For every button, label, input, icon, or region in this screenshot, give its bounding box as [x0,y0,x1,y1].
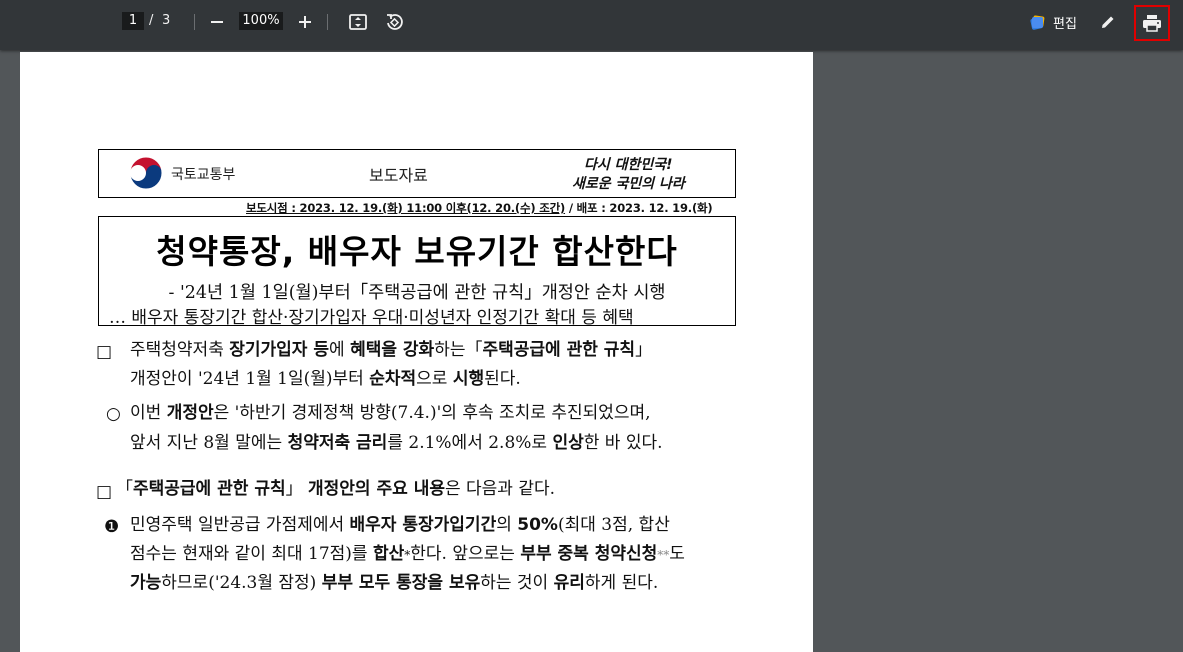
total-pages: 3 [162,13,171,28]
release-time: 보도시점 : 2023. 12. 19.(화) 11:00 이후(12. 20.… [246,201,566,215]
bold-text: 50% [517,515,558,535]
text: 으로 [416,369,453,389]
plus-icon [299,16,311,28]
pdf-page: 국토교통부 보도자료 다시 대한민국! 새로운 국민의 나라 보도시점 : 20… [20,52,813,652]
release-info: 보도시점 : 2023. 12. 19.(화) 11:00 이후(12. 20.… [246,200,713,216]
footnote-mark: ** [657,548,670,562]
slogan-line1: 다시 대한민국! [584,157,673,173]
text: 」 [635,340,653,360]
bold-text: 장기가입자 등 [229,340,330,360]
printer-icon [1143,15,1161,32]
bold-text: 개정안 [166,403,214,423]
bold-text: 유리 [553,573,585,593]
fit-to-page-button[interactable] [345,10,371,34]
toolbar-divider [194,14,195,30]
text: 은 '하반기 경제정책 방향(7.4.)'의 후속 조치로 추진되었으며, [213,403,651,423]
paragraph-2-line-1: 이번 개정안은 '하반기 경제정책 방향(7.4.)'의 후속 조치로 추진되었… [130,399,651,428]
subtitle-2: … 배우자 통장기간 합산·장기가입자 우대·미성년자 인정기간 확대 등 혜택 [109,308,634,328]
text: 도 [669,544,685,564]
text: 한다. 앞으로는 [410,544,521,564]
subtitle-1: - '24년 1월 1일(월)부터「주택공급에 관한 규칙」개정안 순차 시행 [168,283,666,303]
bold-text: 청약저축 금리 [287,433,388,453]
press-header: 국토교통부 보도자료 다시 대한민국! 새로운 국민의 나라 [98,149,736,198]
circle-bullet: ○ [106,404,121,424]
text: 앞서 지난 8월 말에는 [130,433,288,453]
bold-text: 순차적 [369,369,417,389]
bold-text: 합산 [372,544,405,564]
paragraph-1-line-2: 개정안이 '24년 1월 1일(월)부터 순차적으로 시행된다. [130,365,521,394]
government-emblem-icon [129,156,163,190]
pencil-icon [1102,16,1114,28]
paragraph-4-line-2: 점수는 현재와 같이 최대 17점)를 합산*한다. 앞으로는 부부 중복 청약… [130,540,685,570]
pdf-toolbar: 1 / 3 100% 편집 [0,0,1183,50]
rotate-button[interactable] [381,10,407,34]
bold-text: 시행 [452,369,485,389]
square-bullet: □ [96,482,113,502]
toolbar-divider [327,14,328,30]
text: 「 [116,479,133,499]
slogan-handwriting: 다시 대한민국! 새로운 국민의 나라 [572,157,687,192]
fit-page-icon [349,14,367,30]
edit-app-icon [1030,15,1045,30]
text: 하는「 [434,340,483,360]
text: 점수는 현재와 같이 최대 17점)를 [130,544,373,564]
bold-text: 개정안의 주요 내용 [308,479,445,499]
paragraph-3: 「주택공급에 관한 규칙」 개정안의 주요 내용은 다음과 같다. [116,475,555,504]
print-button[interactable] [1134,5,1170,41]
text: 한 바 있다. [583,433,663,453]
ministry-name: 국토교통부 [171,167,236,183]
paragraph-1-line-1: 주택청약저축 장기가입자 등에 혜택을 강화하는「주택공급에 관한 규칙」 [130,336,652,365]
text: 하게 된다. [584,573,659,593]
paragraph-4-line-1: 민영주택 일반공급 가점제에서 배우자 통장가입기간의 50%(최대 3점, 합… [130,511,670,540]
title-box: 청약통장, 배우자 보유기간 합산한다 - '24년 1월 1일(월)부터「주택… [98,216,736,328]
bold-text: 부부 모두 통장을 보유 [321,573,481,593]
distribution-date: / 배포 : 2023. 12. 19.(화) [565,201,713,215]
bold-text: 인상 [552,433,584,453]
page-separator: / [149,13,154,28]
zoom-out-button[interactable] [204,10,230,34]
text: 된다. [484,369,521,389]
text: 이번 [130,403,167,423]
bold-text: 주택공급에 관한 규칙 [133,479,286,499]
paragraph-2-line-2: 앞서 지난 8월 말에는 청약저축 금리를 2.1%에서 2.8%로 인상한 바… [130,429,663,458]
text: 에 [329,340,351,360]
bold-text: 부부 중복 청약신청 [520,544,658,564]
document-title: 청약통장, 배우자 보유기간 합산한다 [156,232,678,271]
slogan-line2: 새로운 국민의 나라 [572,176,687,192]
zoom-in-button[interactable] [292,10,318,34]
bold-text: 배우자 통장가입기간 [349,515,497,535]
text: 은 다음과 같다. [444,479,556,499]
text: 개정안이 '24년 1월 1일(월)부터 [130,369,370,389]
rotate-icon [387,14,403,30]
edit-button[interactable]: 편집 [1029,10,1077,34]
numbered-bullet-1: ❶ [104,517,120,537]
text: 하므로('24.3월 잠정) [161,573,322,593]
press-release-label: 보도자료 [369,166,428,185]
text: 민영주택 일반공급 가점제에서 [130,515,350,535]
zoom-level-input[interactable]: 100% [239,12,283,30]
page-number-input[interactable]: 1 [122,12,144,30]
text: 를 2.1%에서 2.8%로 [387,433,553,453]
text: 」 [285,479,309,499]
text: (최대 3점, 합산 [557,515,670,535]
text: 주택청약저축 [130,340,230,360]
document-viewer[interactable]: 국토교통부 보도자료 다시 대한민국! 새로운 국민의 나라 보도시점 : 20… [0,50,1183,652]
edit-label: 편집 [1053,16,1077,32]
minus-icon [211,21,223,23]
paragraph-4-line-3: 가능하므로('24.3월 잠정) 부부 모두 통장을 보유하는 것이 유리하게 … [130,569,658,598]
text: 하는 것이 [480,573,554,593]
text: 의 [496,515,518,535]
square-bullet: □ [96,342,113,362]
bold-text: 혜택을 강화 [350,340,435,360]
bold-text: 주택공급에 관한 규칙 [482,340,636,360]
bold-text: 가능 [130,573,162,593]
annotate-button[interactable] [1095,10,1121,34]
